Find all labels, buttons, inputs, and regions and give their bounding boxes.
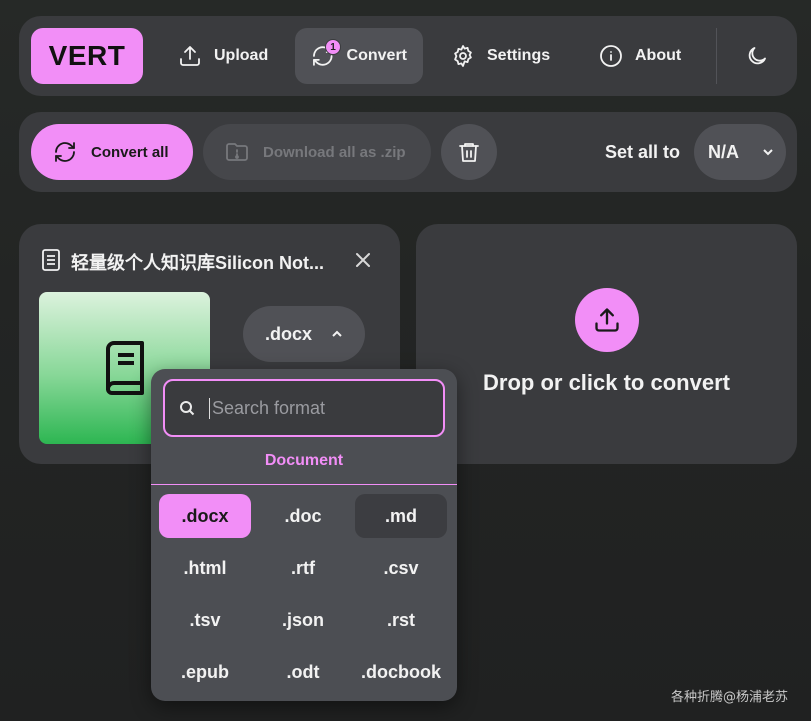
format-option[interactable]: .epub — [159, 650, 251, 694]
drop-zone[interactable]: Drop or click to convert — [416, 224, 797, 464]
download-zip-button[interactable]: Download all as .zip — [203, 124, 431, 180]
format-dropdown: Document .docx.doc.md .html.rtf.csv .tsv.j… — [151, 369, 457, 701]
vert-logo[interactable]: VERT — [31, 28, 143, 84]
gear-icon — [454, 45, 472, 67]
output-format-value: .docx — [265, 323, 313, 344]
format-option[interactable]: .odt — [257, 650, 349, 694]
format-option[interactable]: .csv — [355, 546, 447, 590]
set-all-select[interactable]: N/A — [694, 124, 786, 180]
format-option[interactable]: .json — [257, 598, 349, 642]
file-name: 轻量级个人知识库Silicon Not... — [71, 253, 325, 273]
format-option[interactable]: .rst — [355, 598, 447, 642]
close-icon[interactable] — [353, 250, 373, 270]
clear-all-button[interactable] — [441, 124, 497, 180]
nav-settings[interactable]: Settings — [435, 28, 566, 84]
upload-icon — [180, 46, 200, 66]
format-option[interactable]: .rtf — [257, 546, 349, 590]
document-icon — [42, 249, 60, 271]
format-option[interactable]: .html — [159, 546, 251, 590]
category-underline — [151, 484, 457, 485]
nav-about[interactable]: About — [583, 28, 697, 84]
convert-all-button[interactable]: Convert all — [31, 124, 193, 180]
nav-upload-label: Upload — [214, 47, 269, 64]
format-grid: .docx .doc .md .html .rtf .csv .tsv .json .rst .e… — [159, 494, 451, 694]
nav-settings-label: Settings — [487, 47, 551, 64]
chevron-up-icon — [332, 330, 342, 337]
format-option[interactable]: .doc — [257, 494, 349, 538]
chevron-down-icon — [763, 149, 773, 156]
format-option[interactable]: .tsv — [159, 598, 251, 642]
upload-circle — [575, 288, 639, 352]
trash-icon — [459, 143, 479, 162]
info-icon — [600, 45, 622, 67]
nav-upload[interactable]: Upload — [162, 28, 284, 84]
output-format-select[interactable]: .docx — [243, 306, 365, 362]
upload-icon — [595, 308, 619, 332]
format-option[interactable]: .md — [355, 494, 447, 538]
set-all-value: N/A — [708, 141, 739, 162]
search-icon — [180, 401, 195, 416]
convert-icon — [55, 142, 75, 162]
folder-zip-icon — [226, 143, 248, 161]
nav-divider — [716, 28, 717, 84]
convert-count-badge: 1 — [325, 39, 341, 55]
nav-about-label: About — [635, 47, 682, 64]
watermark-text: 各种折腾@杨浦老苏 — [671, 690, 789, 705]
top-nav: VERT Upload Convert 1 Settings About — [19, 16, 797, 96]
convert-all-label: Convert all — [91, 143, 169, 161]
theme-toggle-button[interactable] — [729, 28, 785, 84]
format-search-input[interactable] — [209, 397, 429, 419]
nav-convert[interactable]: Convert 1 — [295, 28, 423, 84]
format-option[interactable]: .docx — [159, 494, 251, 538]
nav-convert-label: Convert — [346, 47, 407, 64]
moon-icon — [748, 47, 766, 65]
conversion-toolbar: Convert all Download all as .zip Set all… — [19, 112, 797, 192]
category-tab-document[interactable]: Document — [151, 452, 457, 470]
format-search — [163, 379, 445, 437]
format-option[interactable]: .docbook — [355, 650, 447, 694]
set-all-label: Set all to — [605, 142, 681, 162]
drop-zone-text: Drop or click to convert — [483, 370, 730, 395]
book-icon — [105, 341, 144, 395]
download-zip-label: Download all as .zip — [263, 143, 406, 161]
